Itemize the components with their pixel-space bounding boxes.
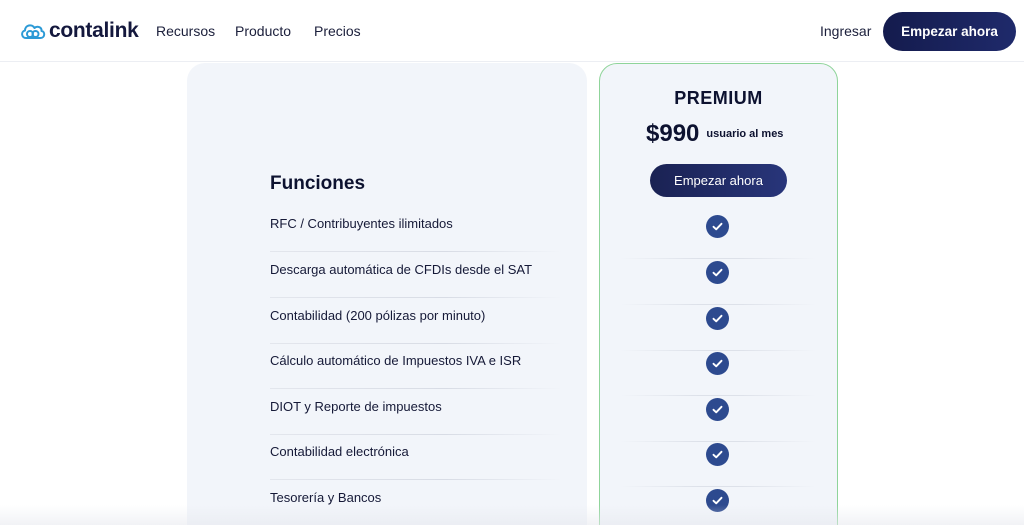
plan-feature-check (620, 259, 816, 305)
check-circle-icon (706, 261, 729, 284)
price-amount: $990 (646, 120, 700, 147)
start-now-button[interactable]: Empezar ahora (883, 12, 1016, 51)
feature-label: Contabilidad (200 pólizas por minuto) (270, 308, 486, 323)
check-circle-icon (706, 398, 729, 421)
nav-link-precios[interactable]: Precios (314, 23, 361, 39)
plan-name: PREMIUM (674, 88, 763, 108)
feature-row: RFC / Contribuyentes ilimitados (270, 206, 562, 252)
login-link[interactable]: Ingresar (820, 23, 871, 39)
plan-feature-check (620, 213, 816, 259)
feature-row: Contabilidad electrónica (270, 434, 562, 480)
feature-label: Descarga automática de CFDIs desde el SA… (270, 262, 533, 277)
plan-feature-check (620, 441, 816, 487)
plan-start-now-button[interactable]: Empezar ahora (650, 164, 787, 197)
check-circle-icon (706, 307, 729, 330)
nav-link-recursos[interactable]: Recursos (156, 23, 215, 39)
feature-label: Cálculo automático de Impuestos IVA e IS… (270, 353, 522, 368)
nav-link-producto[interactable]: Producto (235, 23, 291, 39)
feature-row: Descarga automática de CFDIs desde el SA… (270, 252, 562, 298)
feature-label: RFC / Contribuyentes ilimitados (270, 216, 453, 231)
feature-label: DIOT y Reporte de impuestos (270, 399, 442, 414)
features-title: Funciones (270, 173, 366, 194)
cloud-link-icon (21, 24, 46, 39)
plan-feature-check (620, 396, 816, 442)
plan-feature-check (620, 305, 816, 351)
plan-feature-check (620, 350, 816, 396)
check-circle-icon (706, 443, 729, 466)
feature-row: Cálculo automático de Impuestos IVA e IS… (270, 343, 562, 389)
brand-name: contalink (49, 19, 139, 42)
feature-label: Tesorería y Bancos (270, 490, 382, 505)
feature-row: DIOT y Reporte de impuestos (270, 389, 562, 435)
feature-row: Contabilidad (200 pólizas por minuto) (270, 298, 562, 344)
plan-price: $990 usuario al mes (646, 120, 783, 148)
price-unit: usuario al mes (706, 128, 784, 140)
check-circle-icon (706, 352, 729, 375)
feature-label: Contabilidad electrónica (270, 444, 409, 459)
bottom-fade (0, 505, 1024, 525)
check-circle-icon (706, 215, 729, 238)
brand-logo[interactable]: contalink (19, 19, 139, 43)
top-navbar: contalink Recursos Producto Precios Ingr… (0, 0, 1024, 62)
